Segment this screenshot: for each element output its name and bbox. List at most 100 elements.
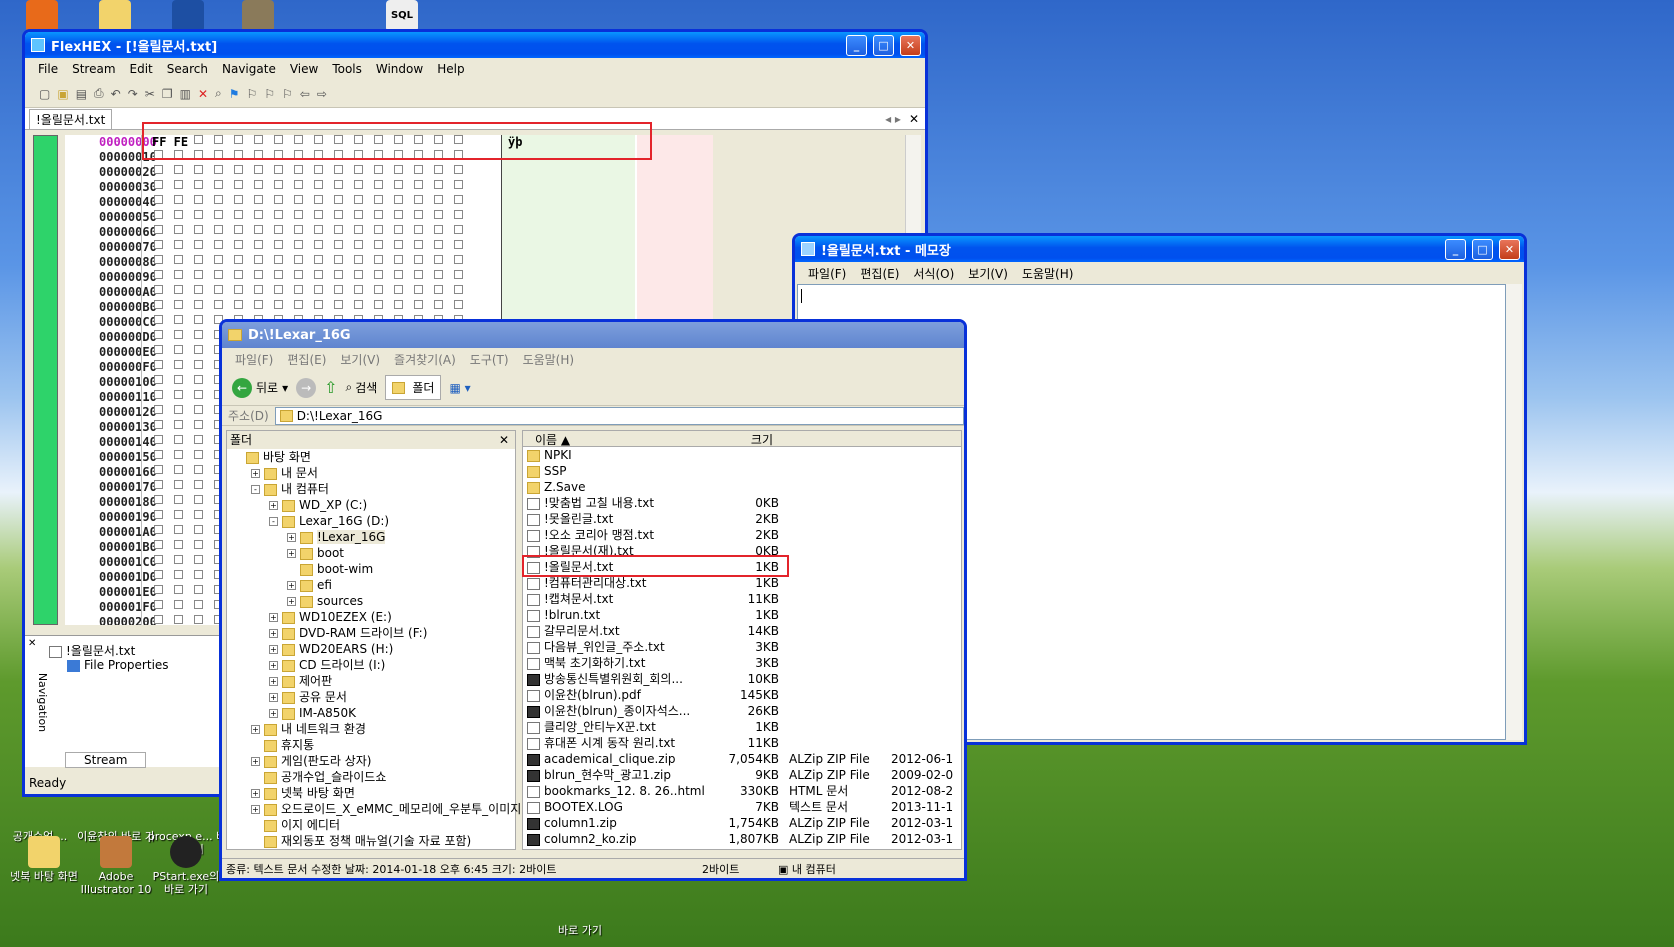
ex-menu-favorites[interactable]: 즐겨찾기(A) xyxy=(387,349,463,370)
menu-edit[interactable]: Edit xyxy=(123,60,160,78)
tree-item[interactable]: - 내 컴퓨터 xyxy=(227,481,515,497)
tree-item[interactable]: + 내 네트워크 환경 xyxy=(227,721,515,737)
tree-item[interactable]: 공개수업_슬라이드쇼 xyxy=(227,769,515,785)
menu-stream[interactable]: Stream xyxy=(65,60,122,78)
views-button[interactable]: ▦ ▾ xyxy=(449,381,470,395)
expand-toggle[interactable]: + xyxy=(251,725,260,734)
np-menu-edit[interactable]: 편집(E) xyxy=(853,263,906,284)
file-row[interactable]: NPKI xyxy=(523,447,961,463)
maximize-button[interactable]: □ xyxy=(873,34,894,56)
expand-toggle[interactable]: + xyxy=(251,805,260,814)
file-row[interactable]: column1.zip 1,754KB ALZip ZIP File 2012-03-… xyxy=(523,815,961,831)
address-input[interactable]: D:\!Lexar_16G xyxy=(274,406,964,425)
tab-close-icon[interactable]: ✕ xyxy=(909,112,919,126)
expand-toggle[interactable]: + xyxy=(269,709,278,718)
tree-item[interactable]: 바탕 화면 xyxy=(227,449,515,465)
new-icon[interactable]: ▢ xyxy=(39,87,50,101)
tree-item[interactable]: 휴지통 xyxy=(227,737,515,753)
file-list[interactable]: NPKI SSP Z.Save !맞춤법 고칠 내용.txt 0KB !못올린글.txt 2… xyxy=(523,447,961,847)
expand-toggle[interactable]: + xyxy=(269,613,278,622)
tree-item[interactable]: + 넷북 바탕 화면 xyxy=(227,785,515,801)
tree-item[interactable]: + 공유 문서 xyxy=(227,689,515,705)
file-row[interactable]: !blrun.txt 1KB xyxy=(523,607,961,623)
tree-item[interactable]: + CD 드라이브 (I:) xyxy=(227,657,515,673)
tree-item[interactable]: + sources xyxy=(227,593,515,609)
open-icon[interactable]: ▣ xyxy=(57,87,68,101)
ex-menu-help[interactable]: 도움말(H) xyxy=(516,349,582,370)
file-row[interactable]: 이윤찬(blrun)_종이자석스... 26KB xyxy=(523,703,961,719)
save-icon[interactable]: ▤ xyxy=(76,87,87,101)
up-folder-icon[interactable]: ⇧ xyxy=(324,378,337,397)
nav-close-icon[interactable]: ✕ xyxy=(28,638,36,649)
tree-item[interactable]: + IM-A850K xyxy=(227,705,515,721)
copy-icon[interactable]: ❐ xyxy=(162,87,173,101)
file-row[interactable]: SSP xyxy=(523,463,961,479)
nav-file-item[interactable]: !올릴문서.txt xyxy=(49,642,135,659)
stream-tab[interactable]: Stream xyxy=(65,752,147,768)
expand-toggle[interactable]: + xyxy=(251,757,260,766)
delete-icon[interactable]: ✕ xyxy=(198,87,208,101)
file-row[interactable]: 휴대폰 시계 동작 원리.txt 11KB xyxy=(523,735,961,751)
ex-menu-edit[interactable]: 편집(E) xyxy=(280,349,333,370)
np-menu-file[interactable]: 파일(F) xyxy=(801,263,853,284)
col-name[interactable]: 이름 ▲ xyxy=(523,431,689,447)
expand-toggle[interactable]: + xyxy=(269,693,278,702)
expand-toggle[interactable]: - xyxy=(251,485,260,494)
file-row[interactable]: bookmarks_12. 8. 26..html 330KB HTML 문서 201… xyxy=(523,783,961,799)
notepad-scrollbar[interactable] xyxy=(1506,284,1522,740)
expand-toggle[interactable]: + xyxy=(269,677,278,686)
desktop-icon-netbook[interactable]: 넷북 바탕 화면 xyxy=(4,836,84,883)
expand-toggle[interactable]: + xyxy=(269,629,278,638)
find-icon[interactable]: ⌕ xyxy=(215,86,222,101)
redo-icon[interactable]: ↷ xyxy=(128,87,138,101)
tree-item[interactable]: + DVD-RAM 드라이브 (F:) xyxy=(227,625,515,641)
ex-menu-file[interactable]: 파일(F) xyxy=(228,349,280,370)
forward-button[interactable]: → xyxy=(296,377,317,398)
menu-view[interactable]: View xyxy=(283,60,325,78)
close-button[interactable]: ✕ xyxy=(900,34,921,56)
col-size[interactable]: 크기 xyxy=(689,431,777,447)
expand-toggle[interactable]: + xyxy=(269,645,278,654)
back-button[interactable]: ← 뒤로 ▾ xyxy=(232,377,288,398)
expand-toggle[interactable]: - xyxy=(269,517,278,526)
np-menu-help[interactable]: 도움말(H) xyxy=(1015,263,1081,284)
menu-navigate[interactable]: Navigate xyxy=(215,60,283,78)
tree-item[interactable]: boot-wim xyxy=(227,561,515,577)
tree-item[interactable]: + boot xyxy=(227,545,515,561)
menu-tools[interactable]: Tools xyxy=(325,60,369,78)
file-row[interactable]: !못올린글.txt 2KB xyxy=(523,511,961,527)
file-row[interactable]: !캡쳐문서.txt 11KB xyxy=(523,591,961,607)
print-icon[interactable]: ⎙ xyxy=(94,86,104,101)
desktop-icon-pstart[interactable]: PStart.exe의 바로 가기 xyxy=(146,836,226,896)
file-row[interactable]: column2_ko.zip 1,807KB ALZip ZIP File 2012-… xyxy=(523,831,961,847)
tree-item[interactable]: 재외동포 정책 매뉴얼(기술 자료 포함) xyxy=(227,833,515,849)
np-menu-view[interactable]: 보기(V) xyxy=(961,263,1015,284)
tree-item[interactable]: + efi xyxy=(227,577,515,593)
tree-item[interactable]: + 제어판 xyxy=(227,673,515,689)
file-row[interactable]: 다음뷰_위인글_주소.txt 3KB xyxy=(523,639,961,655)
file-row[interactable]: BOOTEX.LOG 7KB 텍스트 문서 2013-11-1 xyxy=(523,799,961,815)
ex-menu-view[interactable]: 보기(V) xyxy=(333,349,387,370)
tab-file[interactable]: !올릴문서.txt xyxy=(29,108,113,129)
cut-icon[interactable]: ✂ xyxy=(145,87,155,101)
menu-search[interactable]: Search xyxy=(160,60,215,78)
np-menu-format[interactable]: 서식(O) xyxy=(906,263,961,284)
tree-item[interactable]: 이지 에디터 xyxy=(227,817,515,833)
file-row[interactable]: 갈무리문서.txt 14KB xyxy=(523,623,961,639)
tree-item[interactable]: - Lexar_16G (D:) xyxy=(227,513,515,529)
bookmark-prev-icon[interactable]: ⚐ xyxy=(247,87,258,101)
paste-icon[interactable]: ▥ xyxy=(180,87,191,101)
expand-toggle[interactable]: + xyxy=(287,549,296,558)
tree-item[interactable]: + 오드로이드_X_eMMC_메모리에_우분투_이미지 xyxy=(227,801,521,817)
minimize-button[interactable]: _ xyxy=(846,34,867,56)
tree-item[interactable]: + WD20EARS (H:) xyxy=(227,641,515,657)
expand-toggle[interactable]: + xyxy=(251,469,260,478)
expand-toggle[interactable]: + xyxy=(269,661,278,670)
folders-pane-close-icon[interactable]: ✕ xyxy=(499,431,509,449)
tree-item[interactable]: + WD_XP (C:) xyxy=(227,497,515,513)
tab-scroll-icon[interactable]: ◂ ▸ xyxy=(885,112,901,126)
file-row[interactable]: 방송통신특별위원회_회의... 10KB xyxy=(523,671,961,687)
file-row[interactable]: !컴퓨터관리대상.txt 1KB xyxy=(523,575,961,591)
file-row[interactable]: blrun_현수막_광고1.zip 9KB ALZip ZIP File 2009-0… xyxy=(523,767,961,783)
expand-toggle[interactable]: + xyxy=(269,501,278,510)
